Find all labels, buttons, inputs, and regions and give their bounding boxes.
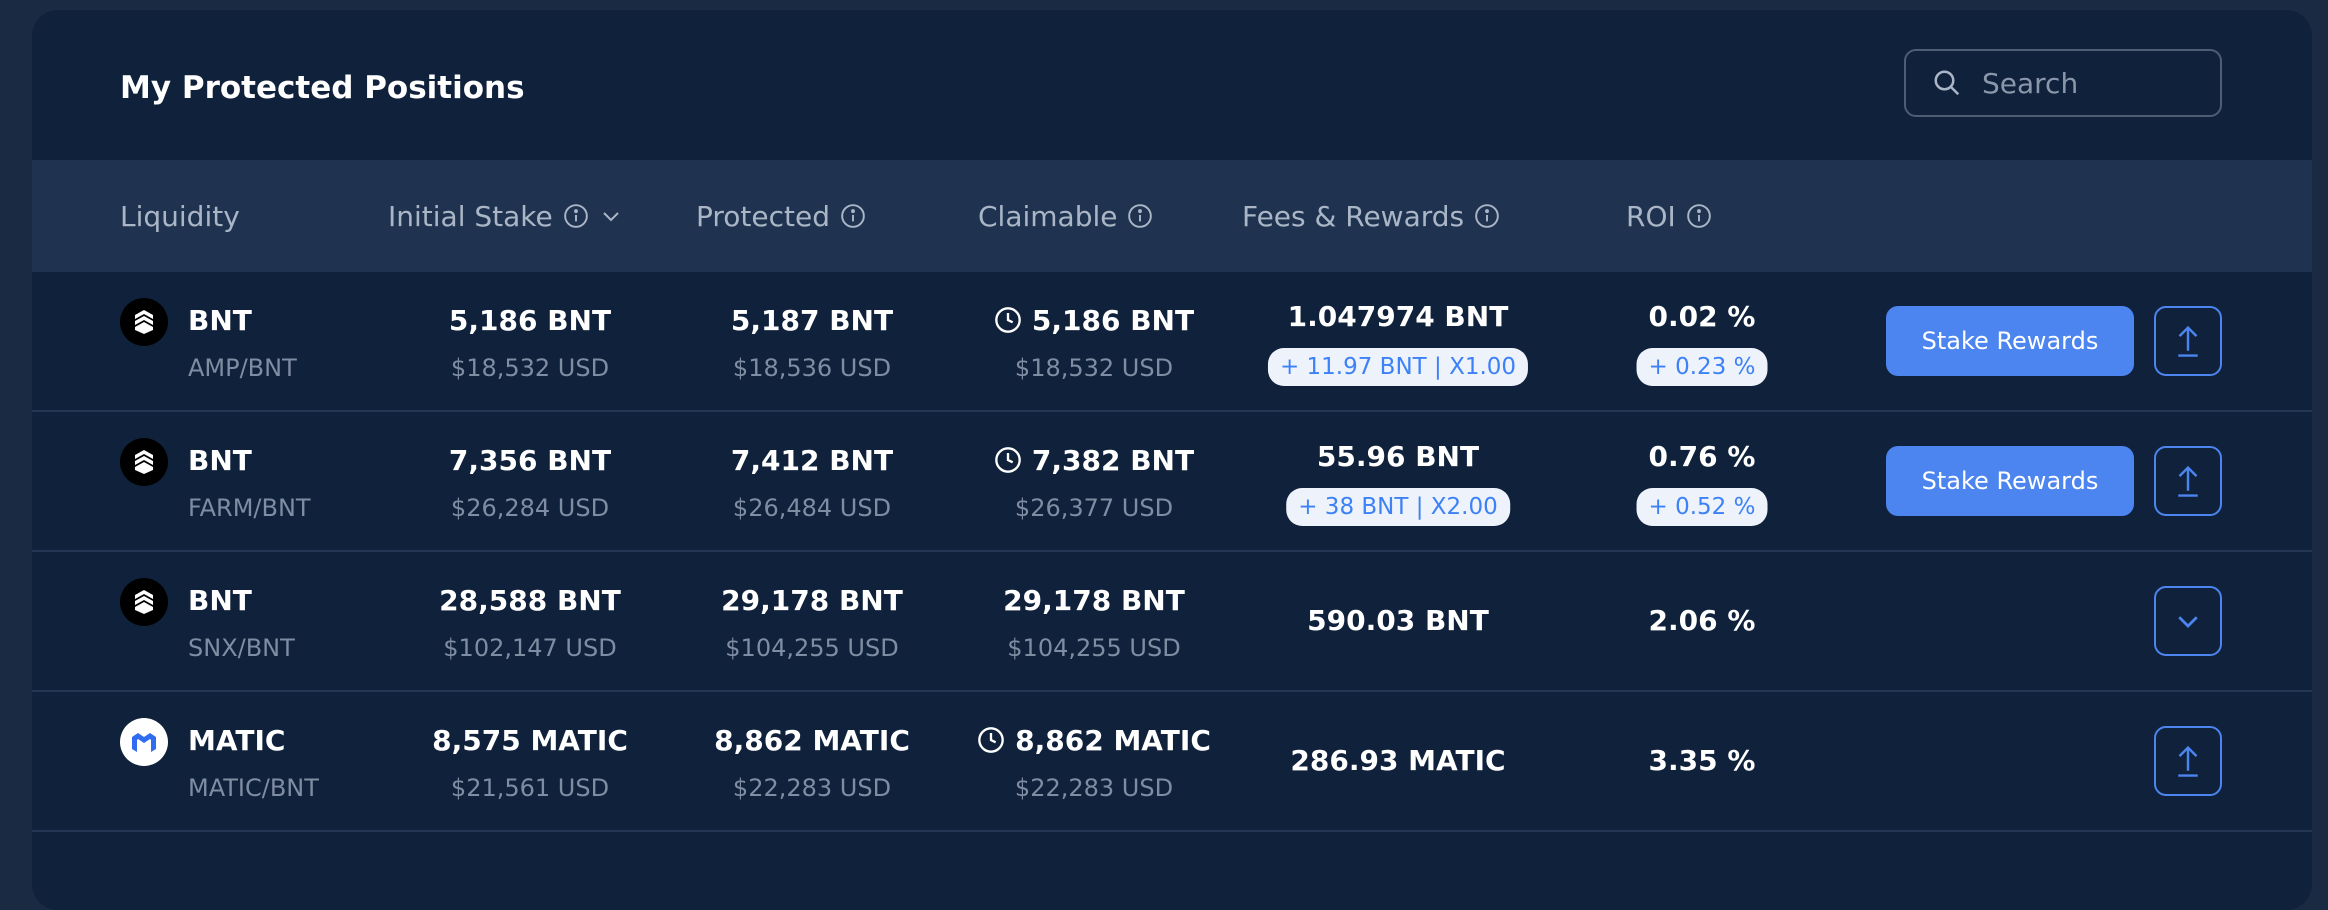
chevron-down-icon[interactable] (599, 204, 623, 228)
initial-stake-value: 28,588 BNT (439, 584, 621, 617)
fees-rewards-value: 590.03 BNT (1307, 604, 1489, 637)
search-box[interactable] (1904, 49, 2222, 117)
token-symbol: BNT (188, 304, 252, 337)
token-symbol: MATIC (188, 724, 286, 757)
fees-rewards-badge: + 38 BNT | X2.00 (1286, 488, 1510, 526)
search-input[interactable] (1980, 65, 2204, 101)
positions-panel: My Protected Positions Liquidity Initial… (32, 10, 2312, 910)
column-liquidity-label: Liquidity (120, 199, 240, 233)
pool-pair: MATIC/BNT (188, 774, 319, 802)
column-fees-rewards-label: Fees & Rewards (1242, 199, 1465, 233)
protected-value: 29,178 BNT (721, 584, 903, 617)
table-row: BNT SNX/BNT 28,588 BNT $102,147 USD 29,1… (32, 552, 2312, 692)
column-roi-label: ROI (1626, 199, 1676, 233)
claimable-amount: 8,862 MATIC (1015, 724, 1211, 757)
column-claimable-label: Claimable (978, 199, 1118, 233)
initial-stake-value: 5,186 BNT (448, 304, 612, 337)
expand-button[interactable] (2154, 586, 2222, 656)
info-icon[interactable] (1686, 203, 1712, 229)
claimable-usd: $18,532 USD (1014, 354, 1174, 382)
roi-badge: + 0.52 % (1636, 488, 1768, 526)
info-icon[interactable] (840, 203, 866, 229)
protected-usd: $26,484 USD (732, 494, 892, 522)
withdraw-button[interactable] (2154, 446, 2222, 516)
fees-rewards-value: 286.93 MATIC (1290, 744, 1506, 777)
protected-usd: $18,536 USD (732, 354, 892, 382)
table-row: BNT FARM/BNT 7,356 BNT $26,284 USD 7,412… (32, 412, 2312, 552)
column-liquidity: Liquidity (120, 160, 240, 272)
info-icon[interactable] (1474, 203, 1500, 229)
initial-stake-value: 8,575 MATIC (432, 724, 628, 757)
clock-icon (978, 727, 1004, 753)
claimable-value: 29,178 BNT (1003, 584, 1185, 617)
column-initial-stake-label: Initial Stake (388, 199, 553, 233)
column-claimable: Claimable (978, 160, 1153, 272)
initial-stake-value: 7,356 BNT (448, 444, 612, 477)
pool-pair: SNX/BNT (188, 634, 295, 662)
stake-rewards-button[interactable]: Stake Rewards (1886, 306, 2134, 376)
chevron-down-icon (2178, 616, 2198, 628)
column-protected: Protected (696, 160, 866, 272)
fees-rewards-value: 55.96 BNT (1316, 440, 1480, 473)
initial-stake-usd: $18,532 USD (450, 354, 610, 382)
initial-stake-usd: $21,561 USD (450, 774, 610, 802)
polygon-icon (120, 718, 168, 766)
claimable-value: 7,382 BNT (962, 444, 1226, 477)
token-symbol: BNT (188, 584, 252, 617)
pool-pair: AMP/BNT (188, 354, 297, 382)
bancor-icon (120, 298, 168, 346)
search-icon (1934, 70, 1960, 96)
claimable-amount: 5,186 BNT (1031, 304, 1195, 337)
fees-rewards-badge: + 11.97 BNT | X1.00 (1267, 348, 1529, 386)
claimable-usd: $104,255 USD (1007, 634, 1181, 662)
info-icon[interactable] (563, 203, 589, 229)
protected-usd: $104,255 USD (725, 634, 899, 662)
protected-value: 5,187 BNT (730, 304, 894, 337)
initial-stake-usd: $26,284 USD (450, 494, 610, 522)
fees-rewards-value: 1.047974 BNT (1287, 300, 1509, 333)
claimable-amount: 7,382 BNT (1031, 444, 1195, 477)
roi-value: 2.06 % (1648, 604, 1756, 637)
claimable-value: 5,186 BNT (962, 304, 1226, 337)
column-initial-stake[interactable]: Initial Stake (388, 160, 623, 272)
table-row: BNT AMP/BNT 5,186 BNT $18,532 USD 5,187 … (32, 272, 2312, 412)
withdraw-button[interactable] (2154, 726, 2222, 796)
table-row: MATIC MATIC/BNT 8,575 MATIC $21,561 USD … (32, 692, 2312, 832)
roi-value: 0.76 % (1648, 440, 1756, 473)
claimable-usd: $22,283 USD (1014, 774, 1174, 802)
panel-header: My Protected Positions (32, 10, 2312, 160)
upload-icon (2178, 745, 2198, 777)
stake-rewards-button[interactable]: Stake Rewards (1886, 446, 2134, 516)
claimable-usd: $26,377 USD (1014, 494, 1174, 522)
roi-badge: + 0.23 % (1636, 348, 1768, 386)
clock-icon (995, 307, 1021, 333)
roi-value: 0.02 % (1648, 300, 1756, 333)
page-title: My Protected Positions (120, 70, 525, 106)
token-symbol: BNT (188, 444, 252, 477)
withdraw-button[interactable] (2154, 306, 2222, 376)
bancor-icon (120, 578, 168, 626)
roi-value: 3.35 % (1648, 744, 1756, 777)
info-icon[interactable] (1127, 203, 1153, 229)
clock-icon (995, 447, 1021, 473)
claimable-value: 8,862 MATIC (942, 724, 1246, 757)
column-fees-rewards: Fees & Rewards (1242, 160, 1500, 272)
initial-stake-usd: $102,147 USD (443, 634, 617, 662)
upload-icon (2178, 325, 2198, 357)
upload-icon (2178, 465, 2198, 497)
column-roi: ROI (1626, 160, 1712, 272)
bancor-icon (120, 438, 168, 486)
protected-value: 8,862 MATIC (714, 724, 910, 757)
pool-pair: FARM/BNT (188, 494, 311, 522)
column-protected-label: Protected (696, 199, 830, 233)
protected-usd: $22,283 USD (732, 774, 892, 802)
table-header: Liquidity Initial Stake Protected Claima… (32, 160, 2312, 272)
protected-value: 7,412 BNT (730, 444, 894, 477)
